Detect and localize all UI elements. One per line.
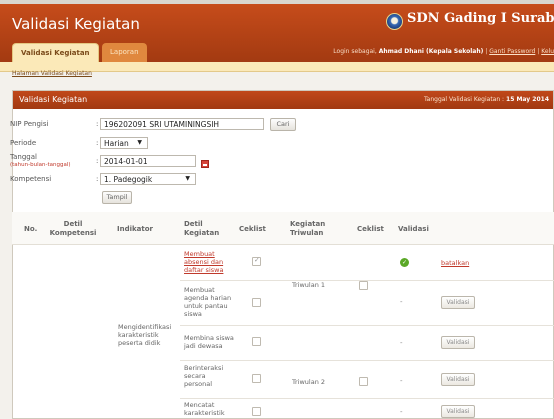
- login-sep: |: [485, 48, 488, 55]
- row-divider: [180, 398, 554, 399]
- validasi-button[interactable]: Validasi: [441, 373, 475, 386]
- app-header: Validasi Kegiatan SDN Gading I Surabaya …: [0, 4, 554, 62]
- indikator-cell: Mengidentifikasi karakteristik peserta d…: [118, 323, 172, 347]
- tanggal-label: Tanggal: [10, 153, 37, 161]
- kegiatan-checkbox[interactable]: [252, 298, 261, 307]
- colon: :: [96, 175, 99, 183]
- col-detil-kompetensi: Detil Kompetensi: [49, 220, 97, 237]
- nip-input[interactable]: 196202091 SRI UTAMININGSIH: [100, 118, 264, 130]
- chevron-down-icon: ▼: [185, 175, 190, 182]
- tab-laporan[interactable]: Laporan: [102, 43, 147, 62]
- login-sep: |: [537, 48, 540, 55]
- row-divider: [180, 325, 554, 326]
- kegiatan-checkbox[interactable]: [252, 337, 261, 346]
- cari-button[interactable]: Cari: [270, 118, 296, 131]
- tanggal-format-hint: (tahun-bulan-tanggal): [10, 162, 71, 168]
- col-detil-kegiatan: Detil Kegiatan: [184, 220, 220, 237]
- triwulan-checkbox[interactable]: [359, 281, 368, 290]
- triwulan-1: Triwulan 1: [292, 281, 326, 289]
- colon: :: [96, 157, 99, 165]
- kegiatan-text: Membina siswa jadi dewasa: [184, 334, 234, 350]
- validasi-status: -: [400, 298, 403, 306]
- kegiatan-link[interactable]: Membuat absensi dan daftar siswa: [184, 250, 234, 274]
- validation-panel: Validasi Kegiatan Tanggal Validasi Kegia…: [12, 90, 554, 419]
- batalkan-link[interactable]: batalkan: [441, 259, 469, 267]
- check-icon: ✓: [400, 258, 409, 267]
- periode-select[interactable]: Harian ▼: [100, 137, 148, 149]
- tab-validasi-kegiatan[interactable]: Validasi Kegiatan: [12, 43, 99, 62]
- logout-link[interactable]: Kelu: [541, 48, 554, 55]
- validation-date-value: 15 May 2014: [506, 96, 549, 103]
- validasi-status: -: [400, 339, 403, 347]
- colon: :: [96, 120, 99, 128]
- triwulan-checkbox[interactable]: [359, 377, 368, 386]
- validasi-button[interactable]: Validasi: [441, 405, 475, 418]
- kegiatan-checkbox[interactable]: [252, 407, 261, 416]
- col-ceklist-2: Ceklist: [357, 225, 384, 233]
- nip-label: NIP Pengisi: [10, 120, 49, 128]
- periode-value: Harian: [104, 139, 129, 148]
- kompetensi-label: Kompetensi: [10, 175, 52, 183]
- col-no: No.: [24, 225, 38, 233]
- triwulan-2: Triwulan 2: [292, 378, 326, 386]
- col-indikator: Indikator: [117, 225, 153, 233]
- validasi-status: -: [400, 377, 403, 385]
- tanggal-input[interactable]: 2014-01-01: [100, 155, 196, 167]
- validasi-status: -: [400, 408, 403, 416]
- chevron-down-icon: ▼: [137, 139, 142, 146]
- validation-date-label: Tanggal Validasi Kegiatan :: [423, 96, 505, 103]
- row-divider: [180, 280, 554, 281]
- validasi-button[interactable]: Validasi: [441, 296, 475, 309]
- kompetensi-value: 1. Padegogik: [104, 175, 153, 184]
- kegiatan-checkbox[interactable]: [252, 256, 261, 266]
- login-info: Login sebagai, Ahmad Dhani (Kepala Sekol…: [333, 48, 554, 55]
- validation-date: Tanggal Validasi Kegiatan : 15 May 2014: [424, 96, 549, 103]
- school-logo-icon: [386, 13, 403, 30]
- col-kegiatan-triwulan: Kegiatan Triwulan: [290, 220, 326, 237]
- kegiatan-text: Mencatat karakteristik: [184, 401, 225, 417]
- calendar-icon[interactable]: [201, 160, 209, 168]
- school-name: SDN Gading I Surabaya: [407, 11, 554, 26]
- tampil-button[interactable]: Tampil: [102, 191, 132, 204]
- kegiatan-text: Membuat agenda harian untuk pantau siswa: [184, 286, 232, 318]
- colon: :: [96, 139, 99, 147]
- panel-header: Validasi Kegiatan Tanggal Validasi Kegia…: [13, 91, 553, 109]
- login-user: Ahmad Dhani (Kepala Sekolah): [378, 48, 484, 55]
- change-password-link[interactable]: Ganti Password: [489, 48, 535, 55]
- breadcrumb[interactable]: Halaman Validasi Kegiatan: [12, 70, 92, 77]
- row-divider: [180, 360, 554, 361]
- kegiatan-checkbox[interactable]: [252, 374, 261, 383]
- kegiatan-text: Berinteraksi secara personal: [184, 364, 224, 388]
- login-prefix: Login sebagai,: [333, 48, 377, 55]
- col-ceklist: Ceklist: [239, 225, 266, 233]
- col-validasi: Validasi: [398, 225, 429, 233]
- periode-label: Periode: [10, 139, 37, 147]
- kompetensi-select[interactable]: 1. Padegogik ▼: [100, 173, 196, 185]
- app-title: Validasi Kegiatan: [12, 15, 140, 33]
- validasi-button[interactable]: Validasi: [441, 336, 475, 349]
- panel-title: Validasi Kegiatan: [19, 95, 88, 104]
